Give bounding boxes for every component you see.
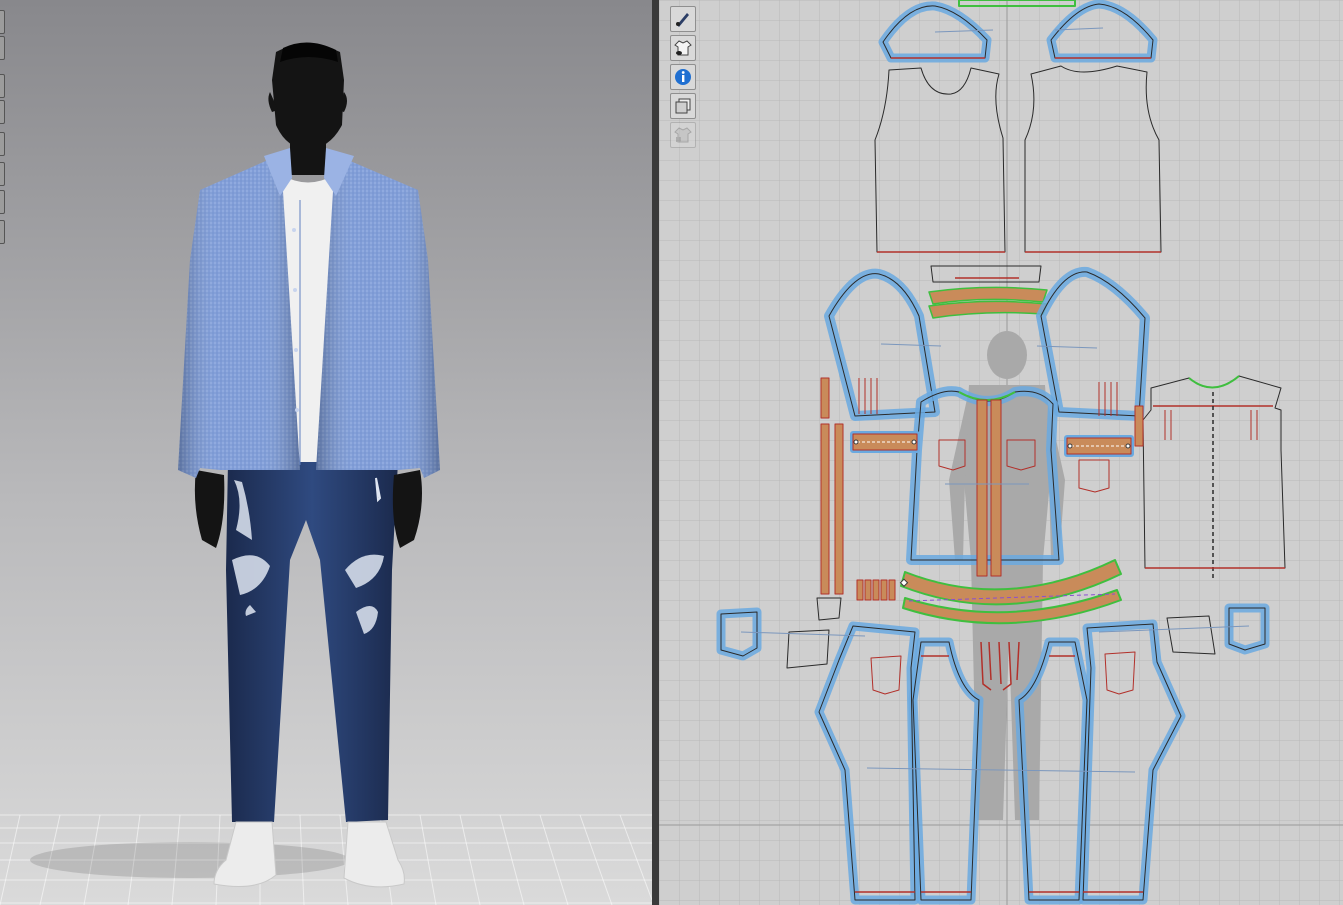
- edge-tool-button[interactable]: [0, 10, 5, 34]
- shirt-eye-icon: [674, 40, 692, 56]
- avatar-shadow: [30, 842, 350, 878]
- edge-tool-button[interactable]: [0, 190, 5, 214]
- pattern-canvas[interactable]: [659, 0, 1343, 905]
- toolbar-item-layer-pieces[interactable]: [670, 93, 696, 119]
- layer-pieces-icon: [675, 98, 691, 114]
- edge-tool-button[interactable]: [0, 220, 5, 244]
- viewport-splitter[interactable]: [652, 0, 659, 905]
- toolbar-item-shirt-lock[interactable]: [670, 122, 696, 148]
- toolbar-item-brush-eye[interactable]: [670, 6, 696, 32]
- info-icon: [675, 69, 691, 85]
- edge-tool-button[interactable]: [0, 74, 5, 98]
- 2d-view-toolbar: [670, 6, 698, 151]
- edge-tool-button[interactable]: [0, 100, 5, 124]
- toolbar-item-shirt-eye[interactable]: [670, 35, 696, 61]
- edge-tool-button[interactable]: [0, 36, 5, 60]
- 2d-pattern-window[interactable]: [659, 0, 1343, 905]
- shirt-lock-icon: [674, 127, 692, 143]
- edge-tool-button[interactable]: [0, 132, 5, 156]
- edge-tool-button[interactable]: [0, 162, 5, 186]
- brush-eye-icon: [676, 13, 689, 27]
- 3d-viewport[interactable]: [0, 0, 652, 905]
- 3d-scene: [0, 0, 652, 905]
- viewport-edge-toolbar: [0, 0, 6, 905]
- toolbar-item-info[interactable]: [670, 64, 696, 90]
